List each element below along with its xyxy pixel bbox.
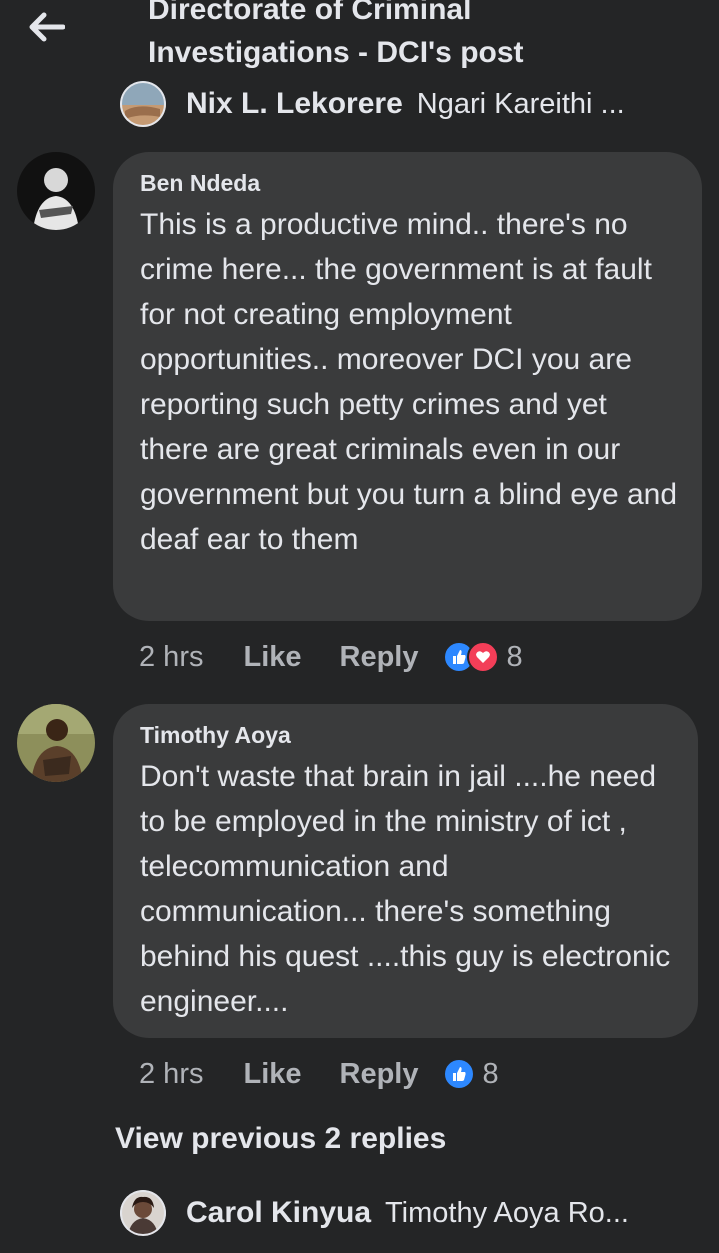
avatar[interactable] <box>17 152 95 230</box>
like-icon <box>442 1058 475 1090</box>
like-button[interactable]: Like <box>243 1058 301 1091</box>
reply-preview-text: Ngari Kareithi ... <box>416 87 625 120</box>
comment-text: This is a productive mind.. there's no c… <box>140 208 678 556</box>
comment-bubble: Ben Ndeda This is a productive mind.. th… <box>113 152 702 621</box>
reply-author: Carol Kinyua <box>186 1196 372 1229</box>
reactions-summary[interactable]: 8 <box>442 1057 499 1091</box>
avatar <box>120 81 166 127</box>
reply-button[interactable]: Reply <box>340 641 419 674</box>
comment-author[interactable]: Timothy Aoya <box>140 722 676 748</box>
comment-bubble: Timothy Aoya Don't waste that brain in j… <box>113 704 698 1038</box>
comment-time: 2 hrs <box>139 640 204 673</box>
comment-author[interactable]: Ben Ndeda <box>140 170 680 196</box>
reply-button[interactable]: Reply <box>340 1058 419 1091</box>
back-arrow-icon <box>29 12 65 42</box>
reactions-summary[interactable]: 8 <box>442 640 523 674</box>
like-button[interactable]: Like <box>243 641 301 674</box>
avatar[interactable] <box>17 704 95 782</box>
reply-preview-text: Timothy Aoya Ro... <box>385 1196 629 1229</box>
reply-author: Nix L. Lekorere <box>186 87 403 120</box>
reply-preview-bottom[interactable]: Carol Kinyua Timothy Aoya Ro... <box>120 1190 629 1236</box>
page-title: Directorate of Criminal Investigations -… <box>148 0 524 69</box>
avatar <box>120 1190 166 1236</box>
reaction-count: 8 <box>506 640 523 673</box>
back-button[interactable] <box>22 4 72 50</box>
comment-time: 2 hrs <box>139 1057 204 1090</box>
reaction-count: 8 <box>482 1057 499 1090</box>
comment-actions: 2 hrs Like Reply 8 <box>139 1054 499 1094</box>
comment-text: Don't waste that brain in jail ....he ne… <box>140 760 671 1018</box>
reply-preview-top[interactable]: Nix L. Lekorere Ngari Kareithi ... <box>120 81 625 127</box>
comment-actions: 2 hrs Like Reply 8 <box>139 637 523 677</box>
view-previous-replies-link[interactable]: View previous 2 replies <box>115 1122 446 1156</box>
love-icon <box>466 641 499 673</box>
